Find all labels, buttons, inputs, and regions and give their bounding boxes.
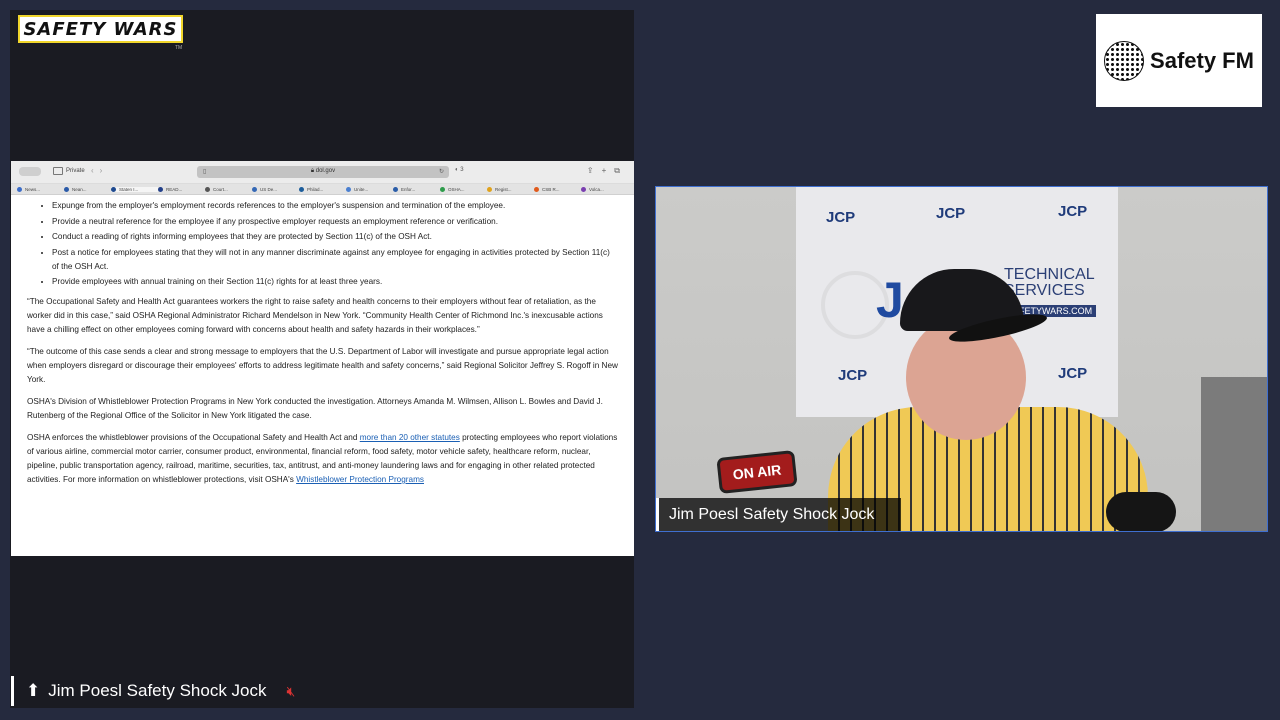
new-tab-icon[interactable]: +	[602, 166, 615, 175]
microphone	[1106, 492, 1176, 531]
safety-fm-logo: Safety FM	[1096, 14, 1262, 107]
whistleblower-programs-link[interactable]: Whistleblower Protection Programs	[296, 475, 424, 484]
paragraph: OSHA's Division of Whistleblower Protect…	[27, 397, 603, 420]
address-url: dol.gov	[315, 168, 336, 174]
remedy-list: Expunge from the employer's employment r…	[27, 199, 618, 289]
presenter	[828, 269, 1148, 531]
toolbar-actions: ⇪+⧉	[587, 166, 628, 176]
logo-text: SAFETY WARS	[23, 18, 178, 40]
favicon-icon	[158, 186, 163, 192]
browser-window: Private ‹› ▯ 🔒︎ dol.gov ↻ ◐ 3 ⇪+⧉ News..…	[11, 161, 634, 556]
share-icon[interactable]: ⇪	[587, 166, 602, 175]
tab[interactable]: Unite...	[346, 186, 393, 192]
favicon-icon	[64, 186, 69, 192]
list-item: Post a notice for employees stating that…	[52, 246, 618, 274]
tab[interactable]: OSHA...	[440, 186, 487, 192]
tab[interactable]: US De...	[252, 186, 299, 192]
paragraph: “The Occupational Safety and Health Act …	[27, 297, 603, 334]
favicon-icon	[581, 186, 586, 192]
favicon-icon	[252, 186, 257, 192]
favicon-icon	[346, 186, 351, 192]
favicon-icon	[534, 186, 539, 192]
forward-arrow-icon[interactable]: ›	[100, 166, 109, 175]
tab[interactable]: Enfor...	[393, 186, 440, 192]
speaker-tag: ⬆ Jim Poesl Safety Shock Jock 🔇︎	[11, 676, 295, 706]
list-item: Expunge from the employer's employment r…	[52, 199, 618, 213]
reload-icon[interactable]: ↻	[439, 168, 444, 175]
tab[interactable]: Regist...	[487, 186, 534, 192]
lock-icon: 🔒︎	[310, 168, 315, 174]
list-item: Conduct a reading of rights informing em…	[52, 230, 618, 244]
nav-arrows[interactable]: ‹›	[91, 166, 108, 175]
favicon-icon	[205, 186, 210, 192]
tab[interactable]: News...	[17, 186, 64, 192]
address-bar[interactable]: ▯ 🔒︎ dol.gov ↻	[197, 166, 449, 178]
banner-logo: JCP	[936, 205, 966, 222]
banner-logo: JCP	[826, 209, 856, 226]
globe-icon	[1104, 40, 1145, 81]
favicon-icon	[440, 186, 445, 192]
favicon-icon	[299, 186, 304, 192]
up-arrow-icon: ⬆	[26, 681, 41, 700]
logo-trademark: TM	[175, 45, 183, 51]
paragraph: OSHA enforces the whistleblower provisio…	[27, 433, 618, 484]
statutes-link[interactable]: more than 20 other statutes	[360, 433, 460, 442]
tab[interactable]: CSB R...	[534, 186, 581, 192]
brand-name: Safety FM	[1150, 47, 1254, 73]
background-object	[1201, 377, 1267, 531]
tab-bar: News... Nean... Staten I... READ... Cour…	[11, 184, 634, 195]
safety-wars-logo: SAFETY WARS	[18, 15, 183, 43]
speaker-name: Jim Poesl Safety Shock Jock	[48, 681, 267, 700]
banner-logo: JCP	[1058, 203, 1088, 220]
tab[interactable]: Nean...	[64, 186, 111, 192]
back-arrow-icon[interactable]: ‹	[91, 166, 100, 175]
private-indicator[interactable]: Private	[53, 167, 85, 175]
page-content: Expunge from the employer's employment r…	[11, 195, 634, 487]
banner-tech-text: TECHNICAL SERVICES	[1004, 266, 1095, 299]
video-name-tag: Jim Poesl Safety Shock Jock	[656, 498, 901, 531]
tab[interactable]: Volca...	[581, 186, 628, 192]
muted-speaker-icon[interactable]: 🔇︎	[287, 683, 296, 700]
favicon-icon	[393, 186, 398, 192]
tabs-overview-icon[interactable]: ⧉	[614, 166, 628, 175]
list-item: Provide a neutral reference for the empl…	[52, 215, 618, 229]
favicon-icon	[17, 186, 22, 192]
favicon-icon	[487, 186, 492, 192]
sidebar-toggle-icon	[53, 167, 63, 175]
private-label: Private	[66, 168, 85, 174]
paragraph: “The outcome of this case sends a clear …	[27, 347, 618, 384]
shield-icon[interactable]: ◐ 3	[455, 167, 464, 173]
sidebar-icon[interactable]	[19, 167, 41, 176]
favicon-icon	[111, 186, 116, 192]
tab[interactable]: Philad...	[299, 186, 346, 192]
tab[interactable]: READ...	[158, 186, 205, 192]
browser-toolbar: Private ‹› ▯ 🔒︎ dol.gov ↻ ◐ 3 ⇪+⧉	[11, 161, 634, 184]
tab-active[interactable]: Staten I...	[111, 186, 158, 192]
tab[interactable]: Court...	[205, 186, 252, 192]
webcam-video: JCP JCP JCP JCP JCP J TECHNICAL SERVICES …	[655, 186, 1268, 532]
list-item: Provide employees with annual training o…	[52, 275, 618, 289]
